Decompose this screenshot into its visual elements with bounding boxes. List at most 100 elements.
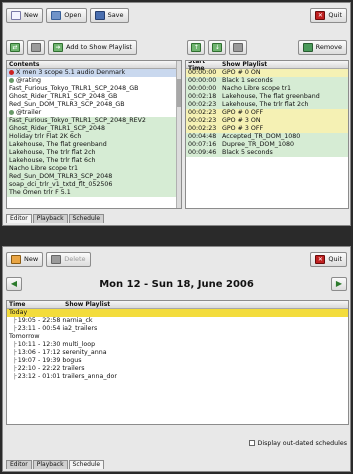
contents-item[interactable]: Ghost_Rider_TRLR1_SCP_2048 [7,125,181,133]
contents-item[interactable]: Holiday trlr Flat 2K 6ch [7,133,181,141]
contents-item[interactable]: Fast_Furious_Tokyo_TRLR1_SCP_2048_GB [7,85,181,93]
schedule-row-label: 19:07 - 19:39 bogus [17,357,82,364]
remove-button[interactable]: Remove [297,39,347,55]
arrow-right-icon: ➔ [53,42,63,52]
quit-button[interactable]: ✕ Quit [310,7,347,23]
tab-editor[interactable]: Editor [6,214,32,223]
search-button[interactable] [229,39,248,55]
playlist-start-time: 00:02:18 [188,93,217,100]
contents-item[interactable]: @rating [7,77,181,85]
contents-item[interactable]: Lakehouse, The flat greenband [7,141,181,149]
remove-icon [302,42,313,52]
delete-icon [51,254,62,264]
move-down-button[interactable]: ↓ [208,39,227,55]
out-dated-option[interactable]: Display out-dated schedules [248,440,347,447]
playlist-row[interactable]: 00:02:23 GPO # 3 ON [186,117,348,125]
tab-editor[interactable]: Editor [6,460,32,469]
open-button[interactable]: Open [46,7,87,23]
playlist-row[interactable]: 00:00:00 Black 1 seconds [186,77,348,85]
save-button[interactable]: Save [89,7,129,23]
playlist-row[interactable]: 00:02:23 GPO # 3 OFF [186,125,348,133]
contents-item-label: Ghost_Rider_TRLR1_SCP_2048_GB [9,93,118,100]
contents-scrollbar[interactable] [176,61,181,208]
schedule-row-label: 23:12 - 01:01 trailers_anna_dor [17,373,117,380]
move-up-button[interactable]: ↑ [187,39,206,55]
contents-scroll-thumb[interactable] [177,79,181,107]
schedule-quit-button[interactable]: ✕ Quit [310,251,347,267]
playlist-show-name: Lakehouse, The trlr flat 2ch [222,101,309,108]
arrow-up-icon: ↑ [191,42,202,52]
show-playlist-column-header[interactable]: Show Playlist [222,61,267,68]
schedule-quit-label: Quit [328,255,342,263]
schedule-row-label: Tomorrow [9,333,40,340]
floppy-save-icon [94,10,105,20]
tree-branch-icon: ├ [13,365,17,372]
contents-item-label: Holiday trlr Flat 2K 6ch [9,133,82,140]
contents-item[interactable]: Red_Sun_DOM_TRLR3_SCP_2048 [7,173,181,181]
arrow-down-icon: ↓ [212,42,223,52]
quit-x-icon: ✕ [315,254,326,264]
schedule-show-playlist-column-header[interactable]: Show Playlist [65,301,110,308]
tab-playback[interactable]: Playback [32,214,68,223]
next-week-button[interactable]: ▶ [331,277,347,291]
contents-item[interactable]: Red_Sun_DOM_TRLR3_SCP_2048_GB [7,101,181,109]
previous-week-button[interactable]: ◀ [6,277,22,291]
playlist-row[interactable]: 00:02:23 Lakehouse, The trlr flat 2ch [186,101,348,109]
refresh-button[interactable]: ⇄ [6,39,24,55]
contents-item[interactable]: X men 3 scope 5.1 audio Denmark [7,69,181,77]
tree-branch-icon: ├ [13,357,17,364]
playlist-start-time: 00:02:23 [188,101,217,108]
show-playlist-pane: Start Time Show Playlist 00:00:00 GPO # 0… [185,60,349,209]
tools-button[interactable] [27,39,45,55]
contents-item[interactable]: Lakehouse, The trlr flat 6ch [7,157,181,165]
schedule-entry[interactable]: ├23:12 - 01:01 trailers_anna_dor [7,373,348,381]
tree-branch-icon: ├ [13,325,17,332]
playlist-row[interactable]: 00:02:18 Lakehouse, The flat greenband [186,93,348,101]
open-button-label: Open [64,11,82,19]
contents-item-label: Red_Sun_DOM_TRLR3_SCP_2048_GB [9,101,125,108]
playlist-row[interactable]: 00:09:46 Black 5 seconds [186,149,348,157]
editor-tab-bar: Editor Playback Schedule [6,214,105,223]
contents-item[interactable]: Ghost_Rider_TRLR1_SCP_2048_GB [7,93,181,101]
schedule-day-group[interactable]: Tomorrow [7,333,348,341]
playlist-row[interactable]: 00:00:00 Nacho Libre scope tr1 [186,85,348,93]
schedule-entry[interactable]: ├19:07 - 19:39 bogus [7,357,348,365]
contents-item[interactable]: Nacho Libre scope tr1 [7,165,181,173]
playlist-show-name: Accepted_TR_DOM_1080 [222,133,301,140]
playlist-header: Start Time Show Playlist [186,61,348,72]
playlist-start-time: 00:02:23 [188,125,217,132]
schedule-day-group[interactable]: Today [7,309,348,317]
delete-button[interactable]: Delete [46,251,91,267]
contents-item[interactable]: Lakehouse, The trlr flat 2ch [7,149,181,157]
time-column-header[interactable]: Time [7,301,65,308]
delete-button-label: Delete [64,255,86,263]
schedule-entry[interactable]: ├13:06 - 17:12 serenity_anna [7,349,348,357]
contents-list: X men 3 scope 5.1 audio Denmark @rating Fa… [7,69,181,197]
contents-item[interactable]: @trailer [7,109,181,117]
contents-item-label: Ghost_Rider_TRLR1_SCP_2048 [9,125,105,132]
contents-item-label: X men 3 scope 5.1 audio Denmark [16,69,126,76]
contents-item[interactable]: soap_dci_trlr_v1_txtd_flt_052506 [7,181,181,189]
tab-playback[interactable]: Playback [32,460,68,469]
tree-branch-icon: ├ [13,373,17,380]
add-to-show-playlist-button[interactable]: ➔ Add to Show Playlist [48,39,137,55]
schedule-entry[interactable]: ├10:11 - 12:30 multi_loop [7,341,348,349]
playlist-row[interactable]: 00:00:00 GPO # 0 ON [186,69,348,77]
playlist-show-name: Black 1 seconds [222,77,273,84]
playlist-row[interactable]: 00:07:16 Dupree_TR_DOM_1080 [186,141,348,149]
contents-header[interactable]: Contents [7,61,181,69]
tree-branch-icon: ├ [13,349,17,356]
contents-item[interactable]: Fast_Furious_Tokyo_TRLR1_SCP_2048_REV2 [7,117,181,125]
calendar-icon [11,254,21,264]
playlist-row[interactable]: 00:02:23 GPO # 0 OFF [186,109,348,117]
contents-item[interactable]: The Omen trlr F 5.1 [7,189,181,197]
tab-schedule[interactable]: Schedule [68,214,105,223]
schedule-entry[interactable]: ├19:05 - 22:58 narnia_ck [7,317,348,325]
new-button[interactable]: New [6,7,44,23]
tab-schedule[interactable]: Schedule [68,460,105,469]
schedule-entry[interactable]: ├23:11 - 00:54 ia2_trailers [7,325,348,333]
schedule-entry[interactable]: ├22:10 - 22:22 trailers [7,365,348,373]
new-schedule-button[interactable]: New [6,251,44,267]
display-out-dated-checkbox[interactable] [248,440,255,446]
playlist-row[interactable]: 00:04:48 Accepted_TR_DOM_1080 [186,133,348,141]
